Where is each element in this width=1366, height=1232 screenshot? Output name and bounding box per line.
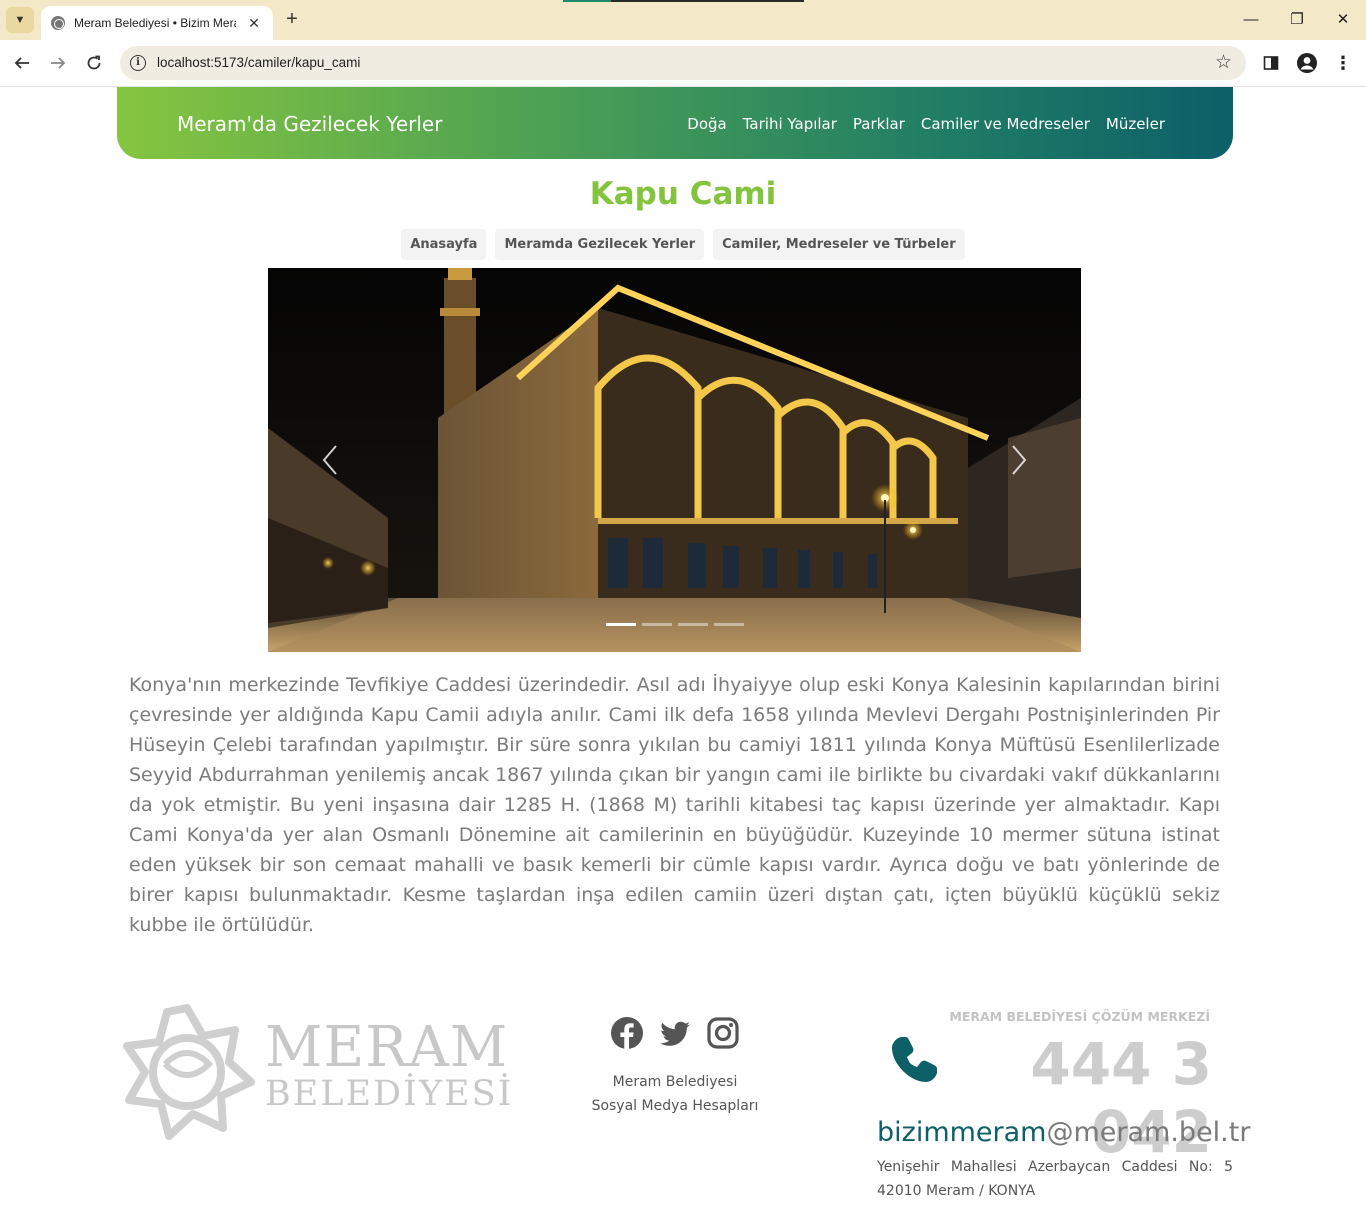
instagram-icon[interactable] [706,1016,740,1050]
social-caption-line1: Meram Belediyesi [612,1074,738,1090]
site-info-icon[interactable]: i [130,55,146,71]
phone-icon [892,1037,937,1082]
carousel-indicators [268,623,1081,626]
place-description: Konya'nın merkezinde Tevfikiye Caddesi ü… [129,674,1220,936]
carousel-indicator-4[interactable] [713,623,744,626]
email-domain: @meram.bel.tr [1046,1117,1251,1148]
profile-button[interactable] [1294,50,1320,76]
logo-text-belediyesi: BELEDİYESİ [265,1074,514,1114]
address-bar[interactable]: i localhost:5173/camiler/kapu_cami ☆ [120,46,1246,80]
side-panel-icon [1263,56,1279,70]
mosque-photo [268,268,1081,652]
carousel-prev-icon[interactable] [312,440,348,480]
site-brand[interactable]: Meram'da Gezilecek Yerler [177,112,442,136]
social-icons [560,1016,790,1050]
tab-search-button[interactable]: ▼ [6,7,34,33]
account-icon [1297,53,1317,73]
address-line1: Yenişehir Mahallesi Azerbaycan Caddesi N… [877,1159,1233,1175]
arrow-right-icon [51,57,66,69]
new-tab-button[interactable]: + [280,8,304,32]
restore-button[interactable]: ❐ [1283,8,1311,32]
social-caption-line2: Sosyal Medya Hesapları [591,1098,759,1114]
facebook-icon[interactable] [610,1016,644,1050]
more-vertical-icon: ⋮ [1334,53,1352,73]
minimize-button[interactable]: — [1237,8,1265,32]
logo-text-meram: MERAM [265,1015,509,1080]
nav-camiler-medreseler[interactable]: Camiler ve Medreseler [921,115,1090,133]
address-line2: 42010 Meram / KONYA [877,1183,1036,1199]
carousel-next-icon[interactable] [1001,440,1037,480]
nav-tarihi-yapilar[interactable]: Tarihi Yapılar [743,115,837,133]
breadcrumb-gezilecek-yerler[interactable]: Meramda Gezilecek Yerler [495,229,705,260]
arrow-left-icon [14,57,29,69]
forward-button[interactable] [44,50,72,76]
close-window-button[interactable]: ✕ [1329,8,1357,32]
bookmark-star-icon[interactable]: ☆ [1215,51,1232,74]
meram-logo[interactable]: MERAM BELEDİYESİ [117,1002,511,1142]
nav-doga[interactable]: Doğa [687,115,726,133]
breadcrumb: Anasayfa Meramda Gezilecek Yerler Camile… [0,229,1366,260]
email-user: bizimmeram [877,1117,1047,1148]
tab-close-icon[interactable]: ✕ [245,15,263,32]
main-nav: Doğa Tarihi Yapılar Parklar Camiler ve M… [687,115,1165,133]
back-button[interactable] [8,50,36,76]
url-text: localhost:5173/camiler/kapu_cami [157,55,361,70]
carousel-indicator-1[interactable] [605,623,636,626]
chevron-down-icon: ▼ [14,14,26,26]
side-panel-button[interactable] [1258,50,1284,76]
image-carousel[interactable] [268,268,1081,652]
reload-icon [87,55,101,70]
nav-parklar[interactable]: Parklar [853,115,905,133]
email-link[interactable]: bizimmeram@meram.bel.tr [877,1117,1250,1148]
browser-menu-button[interactable]: ⋮ [1330,50,1356,76]
tab-strip-indicator [563,0,804,2]
browser-tab-active[interactable]: Meram Belediyesi • Bizim Meram ✕ [41,6,273,40]
tab-title: Meram Belediyesi • Bizim Meram [74,16,236,30]
browser-toolbar: i localhost:5173/camiler/kapu_cami ☆ ⋮ [0,40,1366,87]
meram-star-emblem-icon [123,1004,255,1140]
nav-muzeler[interactable]: Müzeler [1106,115,1165,133]
carousel-indicator-2[interactable] [641,623,672,626]
address-block: Yenişehir Mahallesi Azerbaycan Caddesi N… [877,1155,1233,1203]
carousel-indicator-3[interactable] [677,623,708,626]
browser-tab-strip: ▼ Meram Belediyesi • Bizim Meram ✕ + — ❐… [0,0,1366,40]
twitter-icon[interactable] [658,1016,692,1050]
solution-center-title: MERAM BELEDİYESİ ÇÖZÜM MERKEZİ [949,1009,1210,1024]
page-title: Kapu Cami [589,176,777,212]
social-media-block: Meram Belediyesi Sosyal Medya Hesapları [560,1016,790,1118]
breadcrumb-camiler[interactable]: Camiler, Medreseler ve Türbeler [713,229,965,260]
reload-button[interactable] [80,50,108,76]
globe-icon [51,16,65,30]
breadcrumb-anasayfa[interactable]: Anasayfa [401,229,487,260]
site-header: Meram'da Gezilecek Yerler Doğa Tarihi Ya… [117,87,1233,159]
